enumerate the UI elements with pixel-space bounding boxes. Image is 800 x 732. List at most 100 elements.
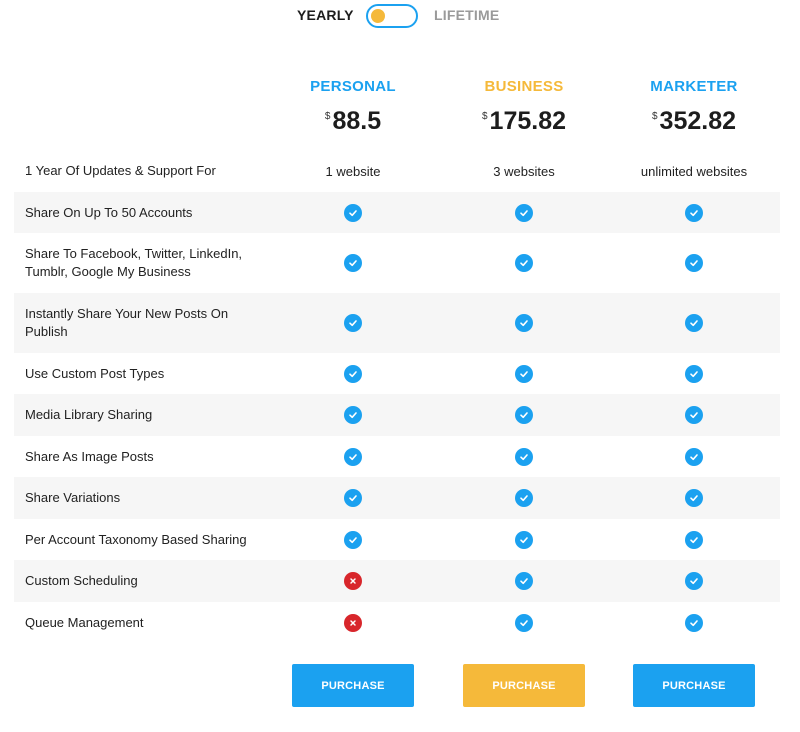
feature-cell [464,394,584,436]
check-icon [515,254,533,272]
feature-label: Media Library Sharing [25,407,153,422]
feature-label: Custom Scheduling [25,573,138,588]
feature-cell [293,394,413,436]
check-icon [344,314,362,332]
feature-cell [464,353,584,394]
plan-price: $88.5 [268,109,438,134]
price-amount: 352.82 [659,107,737,135]
feature-cell [634,436,754,477]
feature-cell [293,233,413,293]
feature-row: Media Library Sharing [14,394,780,436]
feature-row: Share As Image Posts [14,436,780,477]
feature-row: Instantly Share Your New Posts On Publis… [14,293,780,353]
check-icon [515,364,533,383]
currency-symbol: $ [651,111,658,122]
price-amount: 88.5 [332,107,382,135]
check-icon [344,447,362,466]
check-icon [685,203,703,222]
check-icon [685,614,703,632]
feature-cell [634,192,754,233]
check-icon [685,406,703,424]
feature-value: 3 websites [493,163,555,179]
billing-period-switch[interactable] [366,4,418,28]
feature-cell [464,560,584,602]
check-icon [685,572,703,590]
feature-comparison-table: 1 Year Of Updates & Support For 1 website… [14,150,780,644]
feature-cell [464,233,584,293]
check-icon [685,364,703,383]
feature-cell [634,293,754,353]
feature-value: 1 website [325,163,381,179]
feature-cell [634,602,754,644]
check-icon [344,254,362,272]
plan-name: BUSINESS [484,78,564,95]
check-icon [515,406,533,424]
feature-label: Share As Image Posts [25,448,154,464]
feature-cell [464,519,584,560]
plan-price: $175.82 [439,109,609,134]
feature-label: Share Variations [25,490,121,505]
feature-cell [464,477,584,519]
feature-label: Use Custom Post Types [25,365,165,381]
check-icon [515,489,533,507]
currency-symbol: $ [324,111,331,122]
yearly-label[interactable]: YEARLY [297,7,354,23]
plan-name: PERSONAL [310,78,396,95]
check-icon [344,406,362,424]
feature-cell [293,293,413,353]
feature-cell [464,293,584,353]
plan-header-marketer: MARKETER $352.82 [609,78,779,134]
check-icon [515,203,533,222]
feature-cell [464,602,584,644]
feature-cell [293,477,413,519]
feature-row: Share Variations [14,477,780,519]
feature-cell [634,477,754,519]
cross-icon [344,572,362,590]
check-icon [344,364,362,383]
feature-cell [464,192,584,233]
check-icon [344,530,362,549]
feature-label: Instantly Share Your New Posts On Publis… [25,306,229,339]
check-icon [515,572,533,590]
currency-symbol: $ [481,111,488,122]
feature-cell [634,394,754,436]
feature-row: Per Account Taxonomy Based Sharing [14,519,780,560]
price-amount: 175.82 [489,107,567,135]
check-icon [515,530,533,549]
purchase-button-personal[interactable]: PURCHASE [292,664,414,707]
feature-cell [293,560,413,602]
feature-cell [293,192,413,233]
plan-header-personal: PERSONAL $88.5 [268,78,438,134]
check-icon [344,203,362,222]
purchase-button-marketer[interactable]: PURCHASE [633,664,755,707]
feature-cell [634,560,754,602]
check-icon [515,447,533,466]
plan-header-business: BUSINESS $175.82 [439,78,609,134]
cross-icon [344,614,362,632]
feature-label: Queue Management [25,615,144,630]
feature-row: Share To Facebook, Twitter, LinkedIn, Tu… [14,233,780,293]
feature-cell [293,519,413,560]
feature-label: Per Account Taxonomy Based Sharing [25,531,247,547]
plan-price: $352.82 [609,109,779,134]
check-icon [515,614,533,632]
plan-name: MARKETER [650,78,738,95]
feature-row: Queue Management [14,602,780,644]
check-icon [685,254,703,272]
feature-cell [464,436,584,477]
lifetime-label[interactable]: LIFETIME [434,7,499,23]
feature-label: Share On Up To 50 Accounts [25,204,193,220]
feature-row: Custom Scheduling [14,560,780,602]
check-icon [685,530,703,549]
feature-cell [634,353,754,394]
feature-label: Share To Facebook, Twitter, LinkedIn, Tu… [25,246,243,279]
check-icon [515,314,533,332]
feature-row: 1 Year Of Updates & Support For 1 website… [14,150,780,192]
purchase-button-business[interactable]: PURCHASE [463,664,585,707]
feature-row: Use Custom Post Types [14,353,780,394]
switch-knob [371,9,385,23]
check-icon [685,489,703,507]
check-icon [685,447,703,466]
check-icon [344,489,362,507]
check-icon [685,314,703,332]
